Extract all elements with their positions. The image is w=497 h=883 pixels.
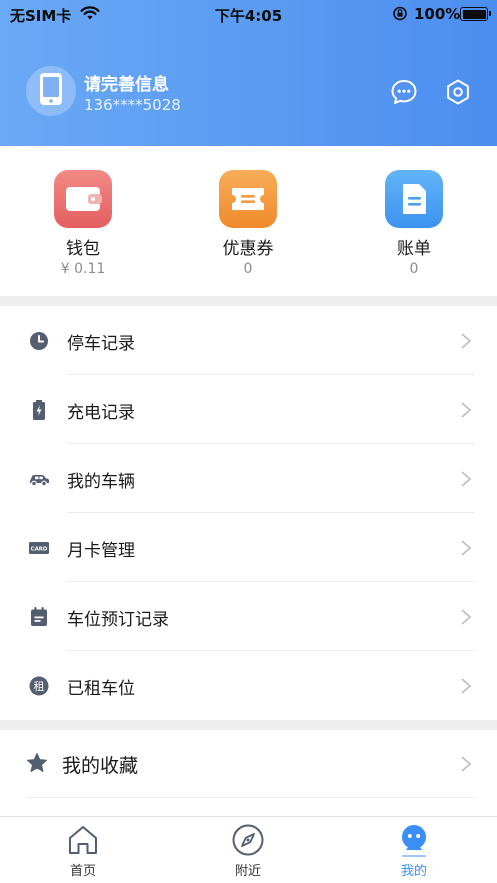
- clock-icon: [28, 330, 50, 352]
- quick-actions: 钱包 ¥ 0.11 优惠券 0 账单 0: [0, 146, 497, 296]
- menu-item-label: 已租车位: [67, 679, 135, 699]
- tab-bar: 首页 附近 我的: [0, 816, 497, 883]
- coupon-button[interactable]: 优惠券 0: [188, 170, 308, 277]
- card-icon: CARD: [28, 537, 50, 559]
- car-icon: [28, 468, 50, 490]
- wallet-button[interactable]: 钱包 ¥ 0.11: [23, 170, 143, 277]
- phone-icon: [39, 72, 63, 110]
- message-button[interactable]: [390, 78, 418, 106]
- battery-icon: [460, 7, 491, 21]
- gear-icon: [444, 79, 472, 110]
- row-divider: [26, 797, 475, 798]
- chevron-right-icon: [460, 332, 472, 350]
- menu-item-favorites[interactable]: 我的收藏: [0, 730, 497, 798]
- profile-header: 无SIM卡 下午4:05 100% 请完善信息 136****5028: [0, 0, 497, 146]
- chevron-right-icon: [460, 608, 472, 626]
- orientation-lock-icon: [392, 5, 408, 25]
- tab-nearby[interactable]: 附近: [188, 823, 308, 879]
- status-bar: 无SIM卡 下午4:05 100%: [0, 0, 497, 28]
- tab-label: 首页: [69, 864, 96, 879]
- bill-icon: [385, 170, 443, 228]
- wallet-icon: [54, 170, 112, 228]
- bill-count: 0: [409, 261, 419, 277]
- wallet-balance: ¥ 0.11: [60, 261, 106, 277]
- tab-mine[interactable]: 我的: [354, 823, 474, 879]
- message-icon: [390, 80, 418, 110]
- menu-item-reservation-records[interactable]: 车位预订记录: [0, 582, 497, 651]
- home-icon: [66, 823, 100, 857]
- chevron-right-icon: [460, 755, 472, 773]
- menu-item-label: 我的收藏: [62, 755, 139, 777]
- coupon-icon: [219, 170, 277, 228]
- settings-button[interactable]: [444, 78, 472, 106]
- rent-icon: 租: [28, 675, 50, 697]
- menu-item-rented-spaces[interactable]: 租 已租车位: [0, 651, 497, 720]
- calendar-icon: [28, 606, 50, 628]
- chevron-right-icon: [460, 470, 472, 488]
- svg-text:租: 租: [34, 680, 45, 693]
- star-icon: [26, 752, 48, 774]
- compass-icon: [231, 823, 265, 857]
- bill-label: 账单: [397, 239, 431, 259]
- tab-label: 附近: [234, 864, 261, 879]
- battery-icon: [28, 399, 50, 421]
- menu-item-label: 充电记录: [67, 403, 135, 423]
- tab-label: 我的: [400, 864, 427, 879]
- coupon-count: 0: [243, 261, 253, 277]
- chevron-right-icon: [460, 401, 472, 419]
- profile-phone: 136****5028: [84, 96, 181, 114]
- tab-home[interactable]: 首页: [23, 823, 143, 879]
- chevron-right-icon: [460, 539, 472, 557]
- menu-item-label: 车位预订记录: [67, 610, 169, 630]
- section-divider: [0, 296, 497, 306]
- menu-item-my-vehicles[interactable]: 我的车辆: [0, 444, 497, 513]
- avatar[interactable]: [26, 66, 76, 116]
- wallet-label: 钱包: [66, 239, 100, 259]
- coupon-label: 优惠券: [222, 239, 274, 259]
- menu-item-label: 我的车辆: [67, 472, 135, 492]
- battery-percent: 100%: [414, 5, 461, 23]
- menu-item-monthly-card[interactable]: CARD 月卡管理: [0, 513, 497, 582]
- profile-name[interactable]: 请完善信息: [84, 70, 169, 95]
- profile-icon: [397, 823, 431, 857]
- section-divider: [0, 720, 497, 730]
- svg-text:CARD: CARD: [31, 547, 48, 553]
- menu-item-label: 月卡管理: [67, 541, 135, 561]
- menu-item-label: 停车记录: [67, 334, 135, 354]
- chevron-right-icon: [460, 677, 472, 695]
- menu-item-parking-records[interactable]: 停车记录: [0, 306, 497, 375]
- bill-button[interactable]: 账单 0: [354, 170, 474, 277]
- menu-item-charging-records[interactable]: 充电记录: [0, 375, 497, 444]
